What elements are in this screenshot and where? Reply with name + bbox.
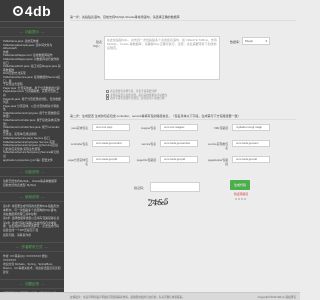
field-input[interactable]: com.xxx.mapper (160, 124, 198, 131)
sql-textarea[interactable]: 在此处粘贴SQL，并支持一次性粘贴多个表的建表语句，如 CREATE TABLE… (104, 36, 220, 80)
sql-label: 建表SQL： (92, 40, 102, 48)
field-label: pageHelper包路径 (207, 158, 228, 166)
footer: 友情提示：免责声明/隐私声明如有问题请联系作者，感谢您的使用与支持的，有关问题与… (0, 292, 300, 300)
field-input[interactable]: com.tools.gui.pdt (92, 156, 130, 163)
field-label: pageInfo包路径 (136, 158, 156, 162)
section-title-tips: — 功能提示 — (0, 27, 64, 37)
hint-text: 表名需要有注释字段，且表字段需要注释 (110, 90, 157, 94)
section-title-contact: — 作者联系方式 — (0, 242, 64, 253)
field-label: XML包路径 (213, 126, 228, 130)
sidebar-line: application.properties (yml 等): 配置文件 (3, 157, 53, 162)
verify-input[interactable] (150, 182, 200, 192)
hint-text: 表的字段名需要符合规范，建议使用下划线分隔 (110, 97, 165, 101)
usage-text: 第1步: 将需要生成代码的表结构SQL粘贴到文本框中，可一次粘贴多个表结构的SQ… (0, 205, 64, 237)
verify-label: 验证码： (133, 186, 146, 190)
step1-title: 第一步：先粘贴表语句，目前支持MySQL/Oracle等常用语句，请选择正确的数… (70, 14, 296, 21)
field-input[interactable]: com.tools.gui.serv (232, 140, 270, 147)
sidebar-paragraph: 欢迎交流 Mybatis、Spring、SpringBoot、Maven、Git… (3, 262, 61, 274)
field-label: service实现类包名 (207, 142, 228, 150)
field-label: controller包名 (70, 142, 88, 146)
chevron-down-icon: ▾ (265, 39, 267, 43)
contact-text: 作者: XX 联系QQ: XXXXXXXX 微信: XXXXXXX 欢迎交流 My… (0, 254, 64, 274)
features-list: 功能已经支持MySQL、Oracle等多种数据库 目前支持的表类型: MySQL (0, 180, 64, 187)
sidebar-paragraph: 第1步: 将需要生成代码的表结构SQL粘贴到文本框中，可一次粘贴多个表结构的SQ… (3, 204, 60, 216)
field-label: mapper包名 (140, 126, 156, 130)
field-input[interactable]: com.tools.gui.util (232, 156, 270, 163)
logo-name: 4db (24, 2, 52, 19)
sidebar-paragraph: 作者: XX 联系QQ: XXXXXXXX 微信: XXXXXXX (3, 254, 49, 262)
tips-list: TableName.java: 表的实体类 TableNameExample.ja… (0, 39, 64, 162)
logo-bird-icon (12, 5, 23, 16)
db-label: 数据库： (229, 40, 242, 44)
sidebar-line: TableNameExample.java: 该中间文件为Hibernate5 (3, 42, 53, 51)
field-input[interactable]: com.tools.gui.service (160, 140, 198, 147)
field-input[interactable]: mybatis.mongt.mapp (232, 124, 270, 131)
section-title-features: — 功能说明 — (0, 167, 64, 178)
sidebar-paragraph: 第3步: 生成代码时请确认生成代码包含哪些类，在生成的代码中修改即可，点击生成代… (3, 220, 59, 232)
hint-list: 表名需要有注释字段，且表字段需要注释 主键请设置为自增主键，如有其他需求请手动修改… (106, 90, 266, 101)
error-message: 验证码错误 (234, 192, 248, 196)
main-panel: 第一步：先粘贴表语句，目前支持MySQL/Oracle等常用语句，请选择正确的数… (64, 0, 300, 292)
field-label: page分页实体包名 (67, 158, 88, 166)
sidebar-paragraph: 如有问题，请联系作者 (3, 232, 31, 237)
step2-title: 第二步：生成配置 生成的包名包含 controller、service等填写包的… (70, 113, 296, 120)
loading-dots (235, 198, 246, 200)
field-input[interactable]: com.xxx.pojo (92, 124, 130, 131)
field-label: service包名 (141, 142, 156, 146)
logo[interactable]: 4db (0, 0, 64, 22)
checkbox-icon (106, 97, 109, 101)
section-title-feedback: — 问题反馈 — (0, 279, 64, 290)
checkbox-icon (106, 93, 109, 97)
field-input[interactable]: com.tools.gui.control (92, 140, 130, 147)
sidebar: 4db — 功能提示 — TableName.java: 表的实体类 TableNam… (0, 0, 64, 292)
footer-copyright: Copyright©2019 4db.cn 版权所有 (257, 295, 296, 299)
generate-button[interactable]: 生成代码 (230, 180, 250, 190)
sidebar-line: 目前支持的表类型: MySQL (3, 182, 37, 187)
hint-item: 表的字段名需要符合规范，建议使用下划线分隔 (106, 97, 266, 101)
section-title-usage: — 使用说明 — (0, 192, 64, 203)
footer-notice: 友情提示：免责声明/隐私声明如有问题请联系作者，感谢您的使用与支持的，有关问题与… (70, 295, 185, 299)
field-input[interactable]: com.tools.gui.pdt (160, 156, 198, 163)
checkbox-icon (106, 90, 109, 93)
db-select[interactable]: Mysql ▾ (242, 37, 270, 45)
field-label: java实体包名 (71, 126, 88, 130)
